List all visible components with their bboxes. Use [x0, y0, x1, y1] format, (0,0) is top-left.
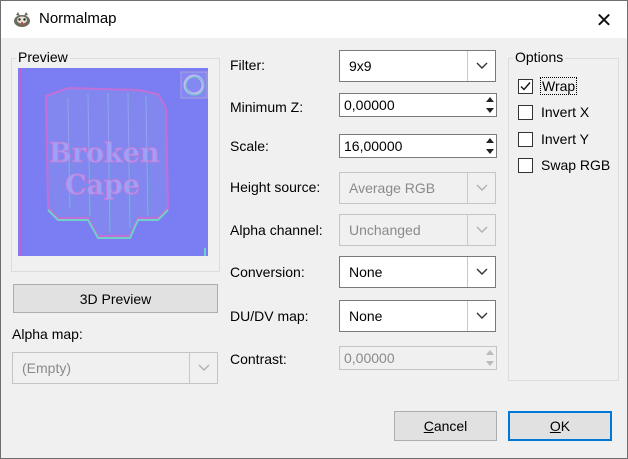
scale-spinbox[interactable]: 16,00000	[339, 134, 497, 158]
spin-arrows	[484, 94, 496, 116]
preview-text-line2: Cape	[65, 170, 140, 201]
spin-down-icon[interactable]	[485, 146, 495, 156]
contrast-value: 0,00000	[344, 350, 395, 366]
3d-preview-button[interactable]: 3D Preview	[13, 284, 218, 313]
normal-map-preview-image: Broken Cape	[18, 68, 208, 256]
preview-group-label: Preview	[16, 49, 70, 65]
spin-down-icon	[485, 358, 495, 368]
options-group: Options Wrap Invert X Invert Y Swap RGB	[508, 49, 619, 381]
conversion-value: None	[349, 264, 383, 280]
invert-y-checkbox[interactable]: Invert Y	[518, 131, 613, 151]
chevron-down-icon[interactable]	[467, 51, 495, 81]
dudv-map-value: None	[349, 308, 383, 324]
swap-rgb-checkbox-box[interactable]	[518, 158, 533, 173]
ok-mnemonic: O	[549, 418, 561, 434]
swap-rgb-checkbox[interactable]: Swap RGB	[518, 157, 613, 177]
filter-label: Filter:	[230, 57, 265, 73]
spin-up-icon[interactable]	[485, 135, 495, 145]
alpha-map-combo: (Empty)	[12, 352, 218, 384]
cancel-button[interactable]: Cancel	[394, 411, 497, 441]
invert-x-checkbox[interactable]: Invert X	[518, 104, 613, 124]
dudv-map-label: DU/DV map:	[230, 308, 309, 324]
filter-value: 9x9	[349, 58, 372, 74]
wrap-checkbox[interactable]: Wrap	[518, 77, 613, 98]
conversion-combo[interactable]: None	[339, 256, 496, 288]
minimum-z-value: 0,00000	[344, 97, 395, 113]
cancel-mnemonic: C	[423, 418, 434, 434]
scale-value: 16,00000	[344, 138, 403, 154]
height-source-combo: Average RGB	[339, 172, 496, 204]
chevron-down-icon	[467, 173, 495, 203]
invert-x-label: Invert X	[541, 104, 590, 120]
checkmark-icon	[520, 82, 531, 91]
filter-combo[interactable]: 9x9	[339, 50, 496, 82]
spin-down-icon[interactable]	[485, 105, 495, 115]
invert-x-checkbox-box[interactable]	[518, 105, 533, 120]
wrap-checkbox-box[interactable]	[518, 79, 533, 94]
ok-button[interactable]: OK	[508, 411, 612, 441]
height-source-label: Height source:	[230, 179, 321, 195]
alpha-channel-label: Alpha channel:	[230, 222, 323, 238]
height-source-value: Average RGB	[349, 180, 436, 196]
minimum-z-label: Minimum Z:	[230, 99, 304, 115]
swap-rgb-label: Swap RGB	[541, 157, 611, 173]
gimp-app-icon	[12, 9, 32, 29]
spin-arrows	[484, 347, 496, 369]
invert-y-checkbox-box[interactable]	[518, 132, 533, 147]
3d-preview-label: 3D Preview	[79, 290, 152, 307]
chevron-down-icon	[467, 215, 495, 245]
preview-group: Preview Broken Cape	[11, 49, 220, 272]
alpha-map-label: Alpha map:	[12, 326, 83, 342]
alpha-map-value: (Empty)	[22, 360, 71, 376]
invert-y-label: Invert Y	[541, 131, 589, 147]
cancel-label: ancel	[433, 418, 468, 434]
title-bar: Normalmap ✕	[0, 0, 628, 38]
ok-label: K	[560, 418, 571, 434]
scale-label: Scale:	[230, 138, 269, 154]
spin-up-icon	[485, 347, 495, 357]
chevron-down-icon[interactable]	[467, 257, 495, 287]
close-button[interactable]: ✕	[581, 1, 627, 39]
conversion-label: Conversion:	[230, 264, 305, 280]
alpha-channel-value: Unchanged	[349, 222, 421, 238]
options-group-label: Options	[513, 49, 566, 65]
minimum-z-spinbox[interactable]: 0,00000	[339, 93, 497, 117]
close-icon: ✕	[595, 9, 613, 32]
chevron-down-icon	[189, 353, 217, 383]
spin-up-icon[interactable]	[485, 94, 495, 104]
preview-text-line1: Broken	[49, 138, 160, 169]
window-title: Normalmap	[39, 10, 117, 27]
dialog-body: Preview Broken Cape 3D Preview Alpha map…	[0, 38, 628, 459]
contrast-spinbox: 0,00000	[339, 346, 497, 370]
dudv-map-combo[interactable]: None	[339, 300, 496, 332]
spin-arrows	[484, 135, 496, 157]
alpha-channel-combo: Unchanged	[339, 214, 496, 246]
contrast-label: Contrast:	[230, 351, 287, 367]
chevron-down-icon[interactable]	[467, 301, 495, 331]
wrap-label: Wrap	[539, 77, 578, 95]
